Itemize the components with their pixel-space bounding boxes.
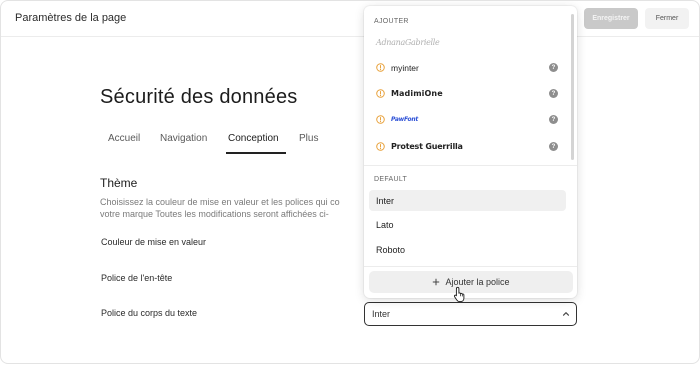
warning-circle-icon (376, 115, 385, 124)
default-font-option-roboto[interactable]: Roboto (369, 239, 566, 260)
body-font-label: Police du corps du texte (101, 308, 198, 318)
custom-font-option-madimione[interactable]: MadimiOne ? (374, 84, 566, 104)
active-tab-indicator (226, 152, 286, 154)
window-title: Paramètres de la page (15, 12, 127, 24)
font-label-inter: Inter (376, 196, 395, 206)
warning-circle-icon (376, 63, 385, 72)
page-title: Sécurité des données (100, 86, 298, 108)
tab-navigation[interactable]: Navigation (160, 133, 207, 144)
heading-font-label: Police de l'en-tête (101, 273, 173, 283)
section-description: Choisissez la couleur de mise en valeur … (100, 196, 366, 220)
font-label-pawfont: PawFont (391, 116, 419, 123)
custom-font-option-protest-guerrilla[interactable]: Protest Guerrilla ? (374, 137, 566, 157)
warning-circle-icon (376, 89, 385, 98)
custom-font-option-pawfont[interactable]: PawFont ? (374, 110, 566, 130)
description-line-2: votre marque Toutes les modifications se… (100, 209, 329, 219)
body-font-select[interactable]: Inter (364, 302, 577, 326)
default-font-option-lato[interactable]: Lato (369, 214, 566, 235)
default-font-option-inter[interactable]: Inter (369, 190, 566, 211)
font-label-roboto: Roboto (376, 245, 406, 255)
add-font-button[interactable]: Ajouter la police (369, 271, 573, 293)
plus-icon (433, 278, 440, 286)
question-badge-icon[interactable]: ? (549, 89, 558, 98)
tab-bar: Accueil Navigation Conception Plus (100, 129, 370, 155)
default-group-label: DEFAULT (374, 176, 408, 183)
font-label-myinter: myinter (391, 63, 419, 73)
description-line-1: Choisissez la couleur de mise en valeur … (100, 197, 340, 207)
font-dropdown-menu: AJOUTER AdnanaGabrielle myinter ? Madimi… (364, 6, 577, 298)
chevron-up-icon (562, 312, 570, 316)
question-badge-icon[interactable]: ? (549, 63, 558, 72)
tab-plus[interactable]: Plus (299, 133, 318, 144)
page-settings-window: Paramètres de la page Enregistrer Fermer… (0, 0, 700, 364)
header-bar: Paramètres de la page Enregistrer Fermer (1, 1, 699, 37)
save-button[interactable]: Enregistrer (584, 8, 638, 29)
section-title: Thème (100, 176, 138, 190)
warning-circle-icon (376, 142, 385, 151)
tab-conception[interactable]: Conception (228, 133, 279, 144)
add-font-content: Ajouter la police (369, 271, 573, 293)
accent-color-label: Couleur de mise en valeur (101, 237, 207, 247)
question-badge-icon[interactable]: ? (549, 142, 558, 151)
hand-pointer-icon (453, 286, 465, 303)
dropdown-divider (364, 165, 577, 166)
dropdown-divider (364, 266, 577, 267)
handwritten-font-preview[interactable]: AdnanaGabrielle (376, 38, 440, 47)
custom-font-option-myinter[interactable]: myinter ? (374, 58, 566, 78)
body-font-value: Inter (372, 309, 391, 319)
dropdown-scrollbar[interactable] (571, 14, 574, 160)
font-label-protest-guerrilla: Protest Guerrilla (391, 142, 463, 151)
font-label-lato: Lato (376, 220, 394, 230)
font-label-madimione: MadimiOne (391, 89, 443, 98)
question-badge-icon[interactable]: ? (549, 115, 558, 124)
close-button[interactable]: Fermer (645, 8, 689, 29)
tab-accueil[interactable]: Accueil (108, 133, 140, 144)
add-group-label: AJOUTER (374, 18, 409, 25)
